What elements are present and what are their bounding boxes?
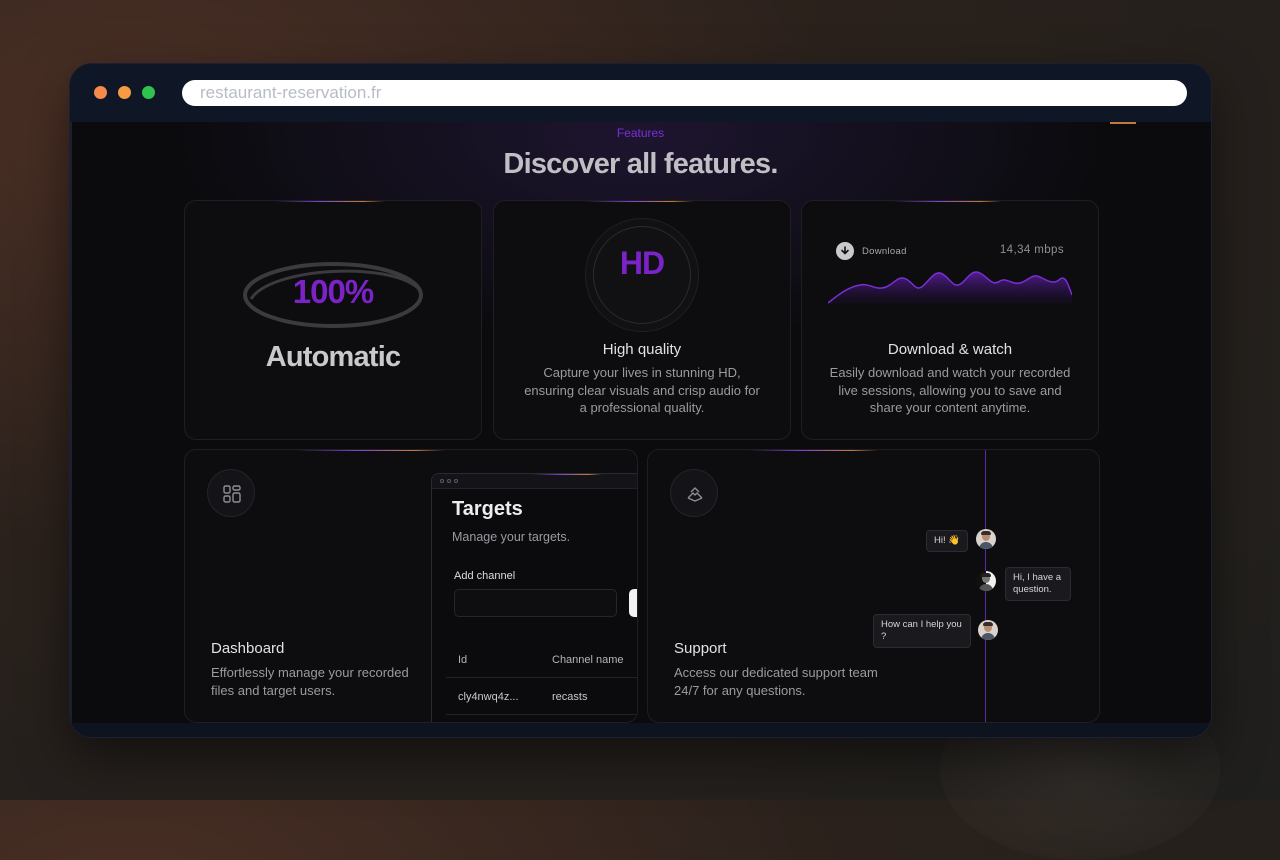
card-topline [892, 201, 1002, 202]
feature-card-automatic: 100% Automatic [184, 200, 482, 440]
browser-titlebar: restaurant-reservation.fr [70, 64, 1211, 122]
targets-subtitle: Manage your targets. [452, 530, 571, 544]
download-waveform-icon [828, 271, 1072, 305]
section-title: Discover all features. [503, 148, 778, 180]
feature-card-download: Download 14,34 mbps Download & watch Eas… [801, 200, 1099, 440]
download-label: Download [862, 246, 907, 257]
table-divider [446, 714, 637, 715]
download-speed: 14,34 mbps [999, 244, 1064, 256]
chat-bubble-question: Hi, I have a question. [1005, 567, 1071, 601]
page-edge [70, 122, 72, 737]
accent-bar [1110, 122, 1136, 124]
table-cell-id: cly4nwq4z... [458, 691, 519, 703]
download-icon [836, 242, 854, 260]
dashboard-grid-icon [223, 485, 241, 503]
customer-avatar [976, 571, 996, 591]
card-description: Easily download and watch your recorded … [829, 365, 1071, 415]
page-bottom-strip [70, 723, 1211, 737]
card-description: Capture your lives in stunning HD, ensur… [524, 365, 760, 415]
hd-badge-text: HD [619, 245, 665, 281]
card-title: Download & watch [887, 341, 1013, 358]
table-divider [446, 677, 637, 678]
feature-card-support: Hi! 👋 Hi, I have a question. How can I h… [647, 449, 1100, 723]
targets-panel-preview: Targets Manage your targets. Add channel… [431, 473, 637, 722]
minimize-window-button[interactable] [118, 86, 131, 99]
browser-window: restaurant-reservation.fr Features Disco… [70, 64, 1211, 737]
chat-bubble-help: How can I help you ? [873, 614, 971, 648]
card-title: Support [674, 640, 727, 657]
card-topline [748, 450, 878, 451]
address-bar[interactable]: restaurant-reservation.fr [182, 80, 1187, 106]
table-header-channel-name: Channel name [552, 654, 624, 666]
targets-title: Targets [452, 498, 523, 520]
card-title: Automatic [265, 341, 401, 373]
section-eyebrow: Features [616, 126, 665, 140]
table-cell-channel: recasts [552, 691, 588, 703]
page-content: Features Discover all features. 100% Aut… [70, 122, 1211, 737]
add-channel-button[interactable] [629, 589, 637, 617]
card-title: Dashboard [211, 640, 285, 657]
feature-card-high-quality: HD High quality Capture your lives in st… [493, 200, 791, 440]
card-description: Access our dedicated support team 24/7 f… [674, 665, 878, 698]
add-channel-label: Add channel [454, 570, 516, 582]
card-topline [295, 450, 445, 451]
chat-bubble-greeting: Hi! 👋 [926, 530, 969, 552]
percent-value: 100% [292, 273, 374, 310]
card-topline [584, 201, 694, 202]
feature-card-dashboard: Dashboard Effortlessly manage your recor… [184, 449, 638, 723]
maximize-window-button[interactable] [142, 86, 155, 99]
card-description: Effortlessly manage your recorded files … [211, 665, 409, 698]
support-icon-ring [670, 469, 718, 517]
card-topline [275, 201, 385, 202]
table-header-id: Id [458, 654, 468, 666]
card-title: High quality [602, 341, 682, 358]
support-handshake-icon [687, 487, 703, 502]
preview-window-bar [432, 474, 637, 489]
dashboard-icon-ring [207, 469, 255, 517]
close-window-button[interactable] [94, 86, 107, 99]
percent-badge: 100% [241, 259, 425, 331]
add-channel-input[interactable] [454, 589, 617, 617]
user-avatar [976, 529, 996, 549]
agent-avatar [978, 620, 998, 640]
